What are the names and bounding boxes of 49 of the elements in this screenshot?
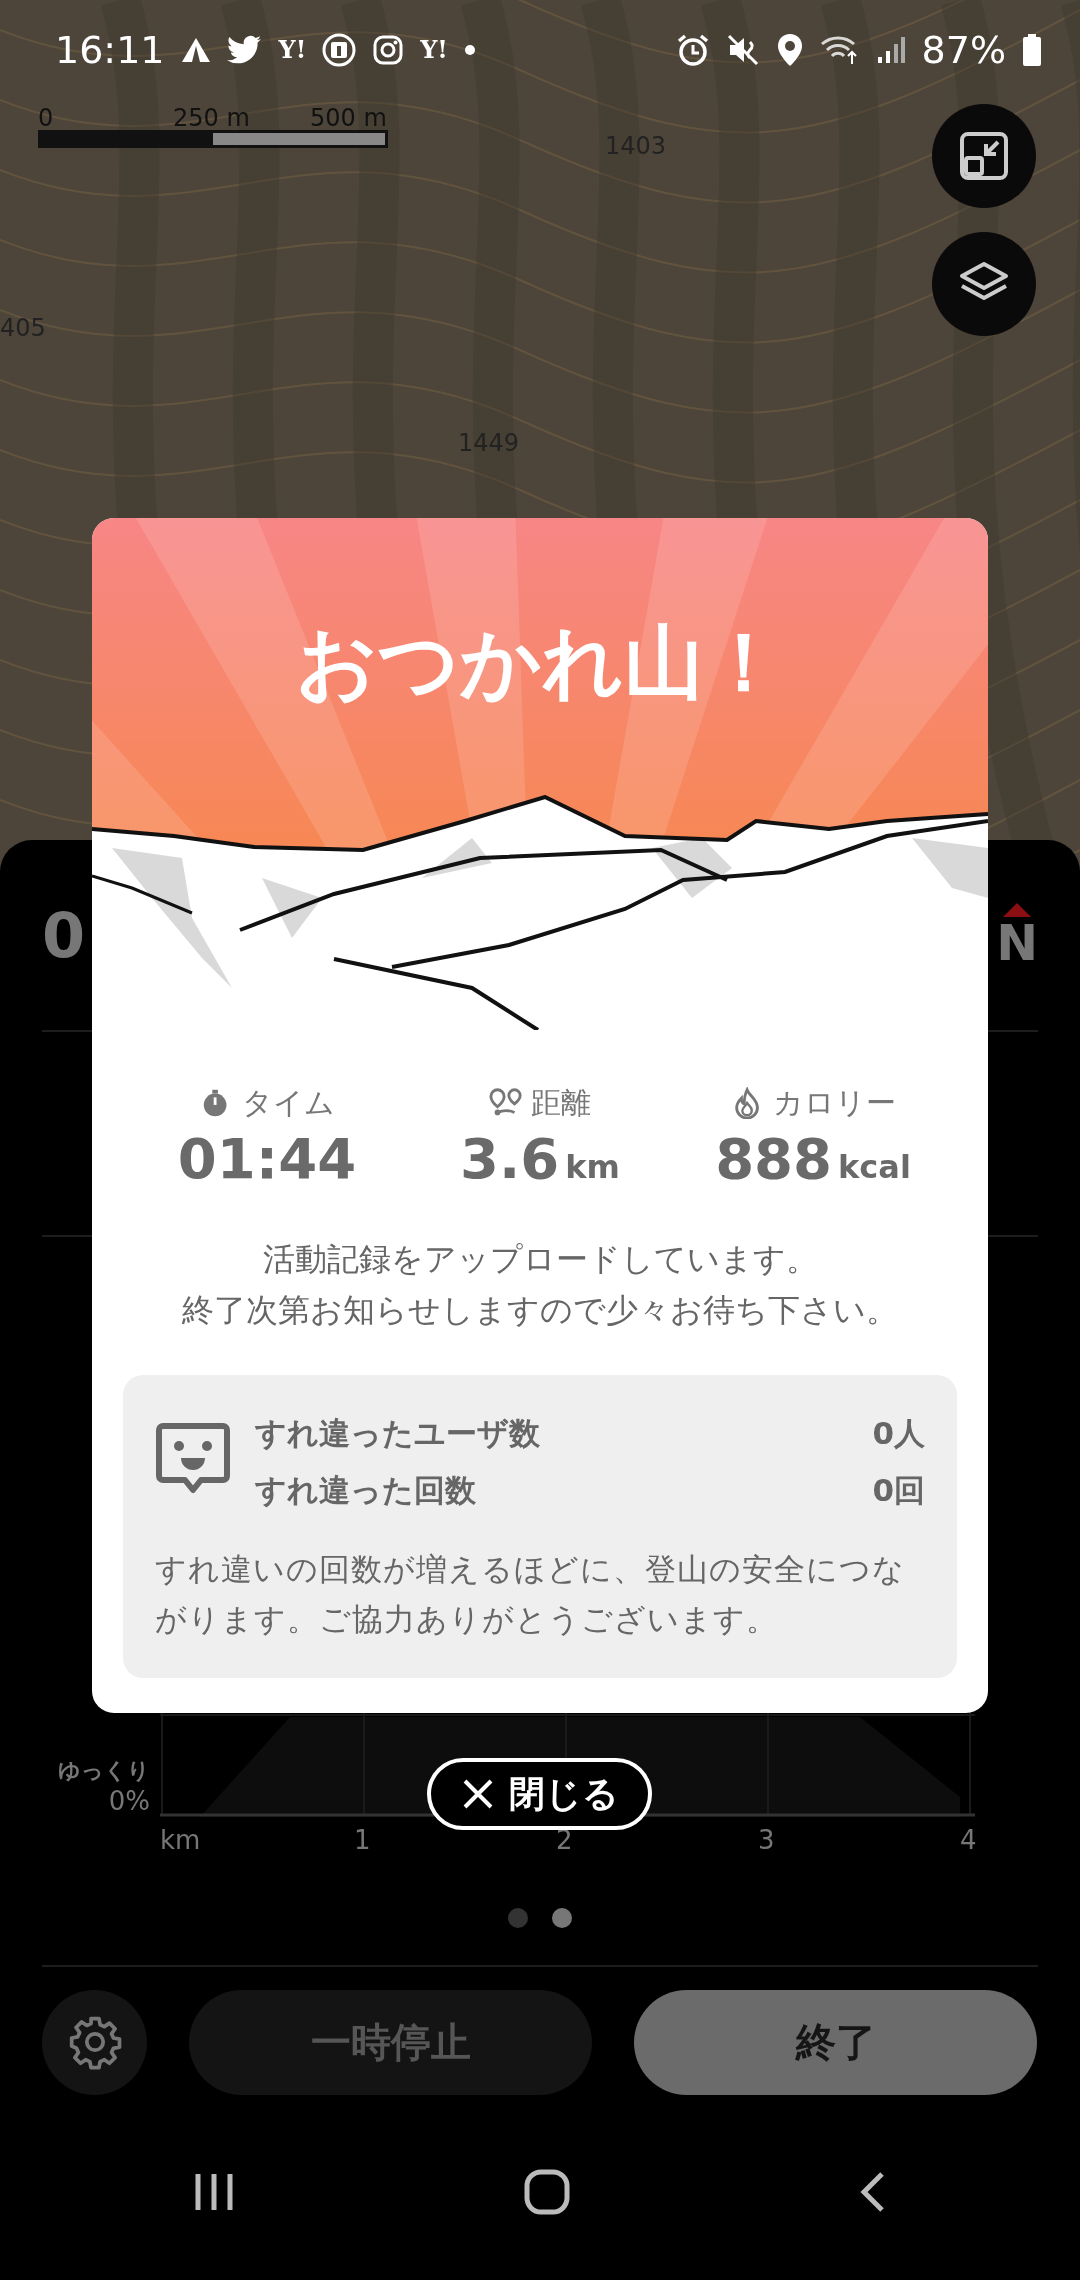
shrink-icon	[958, 130, 1010, 182]
axis-label: 0%	[108, 1784, 150, 1817]
location-icon	[775, 33, 804, 67]
stat-unit: kcal	[838, 1148, 911, 1187]
dot-icon	[463, 44, 476, 56]
scale-label: 250 m	[173, 103, 250, 134]
store-icon	[322, 33, 357, 67]
close-button[interactable]: 閉じる	[427, 1758, 652, 1830]
app-mark: Y!	[420, 34, 448, 66]
elevation-label: 405	[0, 313, 46, 344]
dialog-title: おつかれ山！	[295, 615, 785, 711]
stat-value: 01:44	[177, 1125, 357, 1193]
upload-message-line: 活動記録をアップロードしています。	[261, 1239, 819, 1281]
home-button[interactable]	[523, 2168, 571, 2216]
encounter-count: 0人	[872, 1413, 925, 1453]
alarm-icon	[675, 33, 710, 67]
tent-icon	[180, 36, 211, 64]
signal-icon	[875, 35, 906, 65]
compass-label: N	[996, 918, 1038, 968]
page-indicator-dot[interactable]	[508, 1907, 528, 1928]
page-indicator-dot[interactable]	[552, 1907, 572, 1928]
encounter-label: すれ違った回数	[255, 1470, 476, 1510]
finish-button[interactable]: 終了	[634, 1989, 1037, 2095]
north-arrow-icon	[1002, 902, 1033, 918]
stat-label: タイム	[241, 1084, 335, 1122]
bird-icon	[226, 35, 263, 65]
axis-label: 3	[758, 1824, 775, 1857]
axis-label: km	[160, 1824, 201, 1857]
axis-label: ゆっくり	[58, 1757, 150, 1785]
stat-value: 888	[715, 1125, 833, 1193]
elapsed-time: 0	[42, 897, 86, 974]
mute-icon	[725, 33, 760, 67]
stat-label: 距離	[531, 1084, 591, 1122]
axis-label: 1	[354, 1824, 371, 1857]
encounter-count: 0回	[872, 1470, 925, 1510]
axis-label: 4	[960, 1824, 977, 1857]
camera-icon	[372, 34, 405, 66]
upload-message-line: 終了次第お知らせしますので少々お待ち下さい。	[181, 1290, 899, 1332]
pause-button[interactable]: 一時停止	[189, 1989, 592, 2095]
stat-value: 3.6	[460, 1125, 560, 1193]
encounter-note: すれ違いの回数が増えるほどに、登山の安全につながります。ご協力ありがとうございます。	[155, 1550, 906, 1639]
encounter-label: すれ違ったユーザ数	[255, 1413, 540, 1453]
battery-percentage: 87%	[921, 26, 1006, 74]
battery-icon	[1022, 33, 1042, 67]
stat-label: カロリー	[772, 1084, 896, 1122]
clock-time: 16:11	[55, 26, 165, 74]
app-mark: Y!	[278, 34, 307, 66]
scale-label: 0	[38, 103, 54, 134]
stat-unit: km	[565, 1148, 620, 1187]
